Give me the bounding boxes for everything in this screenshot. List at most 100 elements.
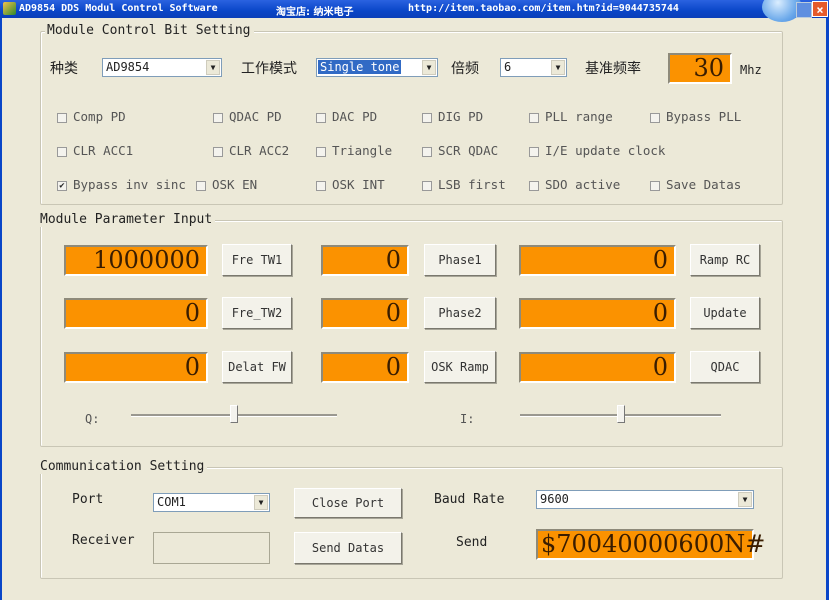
- checkbox-unchecked-icon[interactable]: [422, 146, 432, 157]
- checkbox-scr-qdac[interactable]: SCR QDAC: [422, 143, 498, 158]
- chevron-down-icon[interactable]: ▼: [738, 492, 752, 507]
- checkbox-unchecked-icon[interactable]: [529, 180, 539, 191]
- checkbox-unchecked-icon[interactable]: [213, 112, 223, 123]
- shop-name: 淘宝店: 纳米电子: [276, 7, 354, 18]
- checkbox-unchecked-icon[interactable]: [316, 112, 326, 123]
- param-field-osk-ramp[interactable]: 0: [321, 352, 409, 383]
- checkbox-label: LSB first: [438, 177, 506, 192]
- checkbox-label: OSK EN: [212, 177, 258, 192]
- chevron-down-icon[interactable]: ▼: [422, 60, 436, 75]
- checkbox-bypass-inv-sinc[interactable]: ✔ Bypass inv sinc: [57, 177, 186, 192]
- multiplier-select[interactable]: 6 ▼: [500, 58, 567, 77]
- param-button-osk-ramp[interactable]: OSK Ramp: [424, 351, 496, 383]
- port-select-value: COM1: [157, 495, 186, 509]
- checkbox-unchecked-icon[interactable]: [213, 146, 223, 157]
- checkbox-osk-int[interactable]: OSK INT: [316, 177, 385, 192]
- checkbox-bypass-pll[interactable]: Bypass PLL: [650, 109, 741, 124]
- checkbox-triangle[interactable]: Triangle: [316, 143, 392, 158]
- checkbox-dig-pd[interactable]: DIG PD: [422, 109, 483, 124]
- checkbox-label: PLL range: [545, 109, 613, 124]
- control-bit-legend: Module Control Bit Setting: [45, 23, 254, 38]
- port-select[interactable]: COM1 ▼: [153, 493, 270, 512]
- checkbox-i-e-update-clock[interactable]: I/E update clock: [529, 143, 665, 158]
- type-label: 种类: [50, 61, 78, 77]
- checkbox-label: Save Datas: [666, 177, 742, 192]
- ref-freq-unit: Mhz: [740, 63, 762, 77]
- receiver-label: Receiver: [72, 533, 135, 548]
- communication-legend: Communication Setting: [38, 459, 208, 474]
- param-button-fre-tw1[interactable]: Fre TW1: [222, 244, 292, 276]
- param-button-qdac[interactable]: QDAC: [690, 351, 760, 383]
- checkbox-clr-acc2[interactable]: CLR ACC2: [213, 143, 289, 158]
- checkbox-qdac-pd[interactable]: QDAC PD: [213, 109, 282, 124]
- checkbox-unchecked-icon[interactable]: [196, 180, 206, 191]
- chevron-down-icon[interactable]: ▼: [254, 495, 268, 510]
- baud-rate-select[interactable]: 9600 ▼: [536, 490, 754, 509]
- checkbox-osk-en[interactable]: OSK EN: [196, 177, 257, 192]
- param-button-phase2[interactable]: Phase2: [424, 297, 496, 329]
- param-field-delat-fw[interactable]: 0: [64, 352, 208, 383]
- checkbox-save-datas[interactable]: Save Datas: [650, 177, 741, 192]
- checkbox-unchecked-icon[interactable]: [57, 146, 67, 157]
- checkbox-unchecked-icon[interactable]: [316, 146, 326, 157]
- window-title: AD9854 DDS Modul Control Software: [19, 3, 218, 14]
- param-button-ramp-rc[interactable]: Ramp RC: [690, 244, 760, 276]
- param-button-fre-tw2[interactable]: Fre_TW2: [222, 297, 292, 329]
- param-field-qdac[interactable]: 0: [519, 352, 676, 383]
- param-button-phase1[interactable]: Phase1: [424, 244, 496, 276]
- close-button[interactable]: ×: [812, 1, 828, 17]
- checkbox-dac-pd[interactable]: DAC PD: [316, 109, 377, 124]
- send-datas-button[interactable]: Send Datas: [294, 532, 402, 564]
- checkbox-unchecked-icon[interactable]: [316, 180, 326, 191]
- param-button-delat-fw[interactable]: Delat FW: [222, 351, 292, 383]
- checkbox-label: OSK INT: [332, 177, 385, 192]
- checkbox-label: Triangle: [332, 143, 393, 158]
- maximize-button[interactable]: [796, 2, 812, 18]
- baud-rate-label: Baud Rate: [434, 492, 505, 507]
- q-slider-thumb[interactable]: [230, 405, 238, 423]
- checkbox-unchecked-icon[interactable]: [422, 180, 432, 191]
- send-field[interactable]: $70040000600N#: [536, 529, 765, 560]
- checkbox-label: QDAC PD: [229, 109, 282, 124]
- checkbox-unchecked-icon[interactable]: [529, 112, 539, 123]
- parameter-legend: Module Parameter Input: [38, 212, 216, 227]
- i-label: I:: [460, 412, 475, 426]
- ref-freq-input[interactable]: 30: [668, 53, 732, 84]
- chevron-down-icon[interactable]: ▼: [206, 60, 220, 75]
- param-button-update[interactable]: Update: [690, 297, 760, 329]
- type-select-value: AD9854: [106, 60, 150, 74]
- checkbox-sdo-active[interactable]: SDO active: [529, 177, 620, 192]
- checkbox-unchecked-icon[interactable]: [650, 180, 660, 191]
- mode-select-value: Single tone: [318, 60, 402, 74]
- checkbox-comp-pd[interactable]: Comp PD: [57, 109, 126, 124]
- type-select[interactable]: AD9854 ▼: [102, 58, 222, 77]
- param-field-phase2[interactable]: 0: [321, 298, 409, 329]
- window-border-left: [0, 18, 2, 600]
- checkbox-lsb-first[interactable]: LSB first: [422, 177, 506, 192]
- param-field-phase1[interactable]: 0: [321, 245, 409, 276]
- receiver-field[interactable]: [153, 532, 270, 564]
- param-field-fre-tw1[interactable]: 1000000: [64, 245, 208, 276]
- checkbox-unchecked-icon[interactable]: [650, 112, 660, 123]
- checkbox-pll-range[interactable]: PLL range: [529, 109, 613, 124]
- chevron-down-icon[interactable]: ▼: [551, 60, 565, 75]
- i-slider-thumb[interactable]: [616, 405, 625, 423]
- checkbox-label: I/E update clock: [545, 143, 666, 158]
- checkbox-label: Bypass PLL: [666, 109, 742, 124]
- checkbox-label: Comp PD: [73, 109, 126, 124]
- checkbox-checked-icon[interactable]: ✔: [57, 180, 67, 191]
- checkbox-unchecked-icon[interactable]: [529, 146, 539, 157]
- close-port-button[interactable]: Close Port: [294, 488, 402, 518]
- title-bar[interactable]: AD9854 DDS Modul Control Software 淘宝店: 纳…: [0, 0, 829, 22]
- communication-group: Communication Setting: [38, 459, 783, 579]
- param-field-ramp-rc[interactable]: 0: [519, 245, 676, 276]
- checkbox-label: DIG PD: [438, 109, 484, 124]
- checkbox-clr-acc1[interactable]: CLR ACC1: [57, 143, 133, 158]
- mode-select[interactable]: Single tone ▼: [316, 58, 438, 77]
- checkbox-label: DAC PD: [332, 109, 378, 124]
- checkbox-unchecked-icon[interactable]: [57, 112, 67, 123]
- param-field-update[interactable]: 0: [519, 298, 676, 329]
- checkbox-unchecked-icon[interactable]: [422, 112, 432, 123]
- param-field-fre-tw2[interactable]: 0: [64, 298, 208, 329]
- checkbox-label: CLR ACC1: [73, 143, 134, 158]
